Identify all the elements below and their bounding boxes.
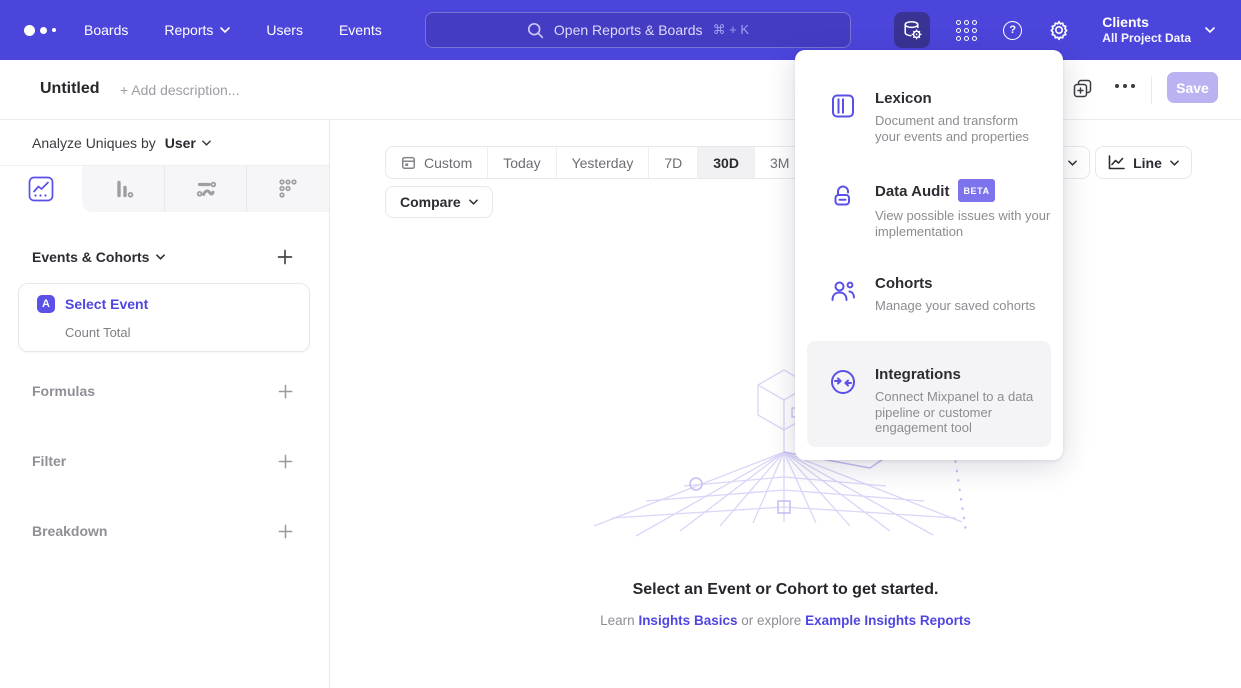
data-management-button[interactable] bbox=[894, 12, 930, 48]
events-cohorts-header: Events & Cohorts bbox=[0, 247, 329, 267]
search-icon bbox=[527, 22, 544, 39]
project-name: All Project Data bbox=[1102, 31, 1191, 46]
date-range-custom[interactable]: Custom bbox=[386, 147, 487, 178]
formulas-label: Formulas bbox=[32, 383, 95, 399]
settings-gear-icon[interactable] bbox=[1048, 19, 1070, 41]
menu-item-title: Integrations bbox=[875, 366, 1033, 384]
chart-type-tabs bbox=[0, 166, 329, 212]
formulas-section: Formulas bbox=[0, 381, 329, 401]
bar-chart-icon bbox=[111, 177, 135, 201]
analyze-row: Analyze Uniques by User bbox=[0, 120, 329, 166]
select-event-button[interactable]: Select Event bbox=[65, 296, 148, 312]
analyze-label: Analyze Uniques by bbox=[32, 135, 156, 151]
event-card[interactable]: A Select Event Count Total bbox=[18, 283, 310, 352]
menu-item-description: Connect Mixpanel to a data pipeline or c… bbox=[875, 389, 1033, 436]
chevron-down-icon bbox=[1205, 27, 1215, 33]
nav-users[interactable]: Users bbox=[266, 22, 303, 38]
apps-grid-icon[interactable] bbox=[956, 20, 977, 41]
save-button[interactable]: Save bbox=[1167, 72, 1218, 103]
empty-state-subtitle: Learn Insights Basics or explore Example… bbox=[330, 613, 1241, 628]
integrations-icon bbox=[829, 368, 857, 396]
add-breakdown-button[interactable] bbox=[278, 524, 293, 539]
insights-line-icon bbox=[28, 176, 54, 202]
analyze-by-dropdown[interactable]: User bbox=[165, 135, 211, 151]
data-audit-icon bbox=[829, 182, 857, 210]
add-filter-button[interactable] bbox=[278, 454, 293, 469]
chevron-down-icon bbox=[1170, 160, 1179, 166]
line-chart-tab[interactable] bbox=[0, 166, 82, 212]
example-reports-link[interactable]: Example Insights Reports bbox=[805, 613, 971, 628]
insights-basics-link[interactable]: Insights Basics bbox=[638, 613, 737, 628]
report-title[interactable]: Untitled bbox=[40, 80, 100, 98]
calendar-icon bbox=[401, 155, 416, 170]
menu-item-title: Lexicon bbox=[875, 90, 1029, 108]
chevron-down-icon bbox=[156, 254, 165, 260]
date-range-control: Custom Today Yesterday 7D 30D 3M 6M bbox=[385, 146, 856, 179]
events-cohorts-label[interactable]: Events & Cohorts bbox=[32, 249, 165, 265]
menu-item-data-audit[interactable]: Data Audit BETA View possible issues wit… bbox=[807, 180, 1051, 239]
more-options-button[interactable] bbox=[1115, 84, 1135, 88]
breakdown-section: Breakdown bbox=[0, 521, 329, 541]
chevron-down-icon bbox=[469, 199, 478, 205]
query-sidebar: Analyze Uniques by User bbox=[0, 120, 330, 688]
chevron-down-icon bbox=[220, 27, 230, 33]
date-range-30d[interactable]: 30D bbox=[697, 147, 754, 178]
date-range-7d[interactable]: 7D bbox=[648, 147, 697, 178]
mixpanel-logo[interactable] bbox=[24, 25, 64, 36]
menu-item-lexicon[interactable]: Lexicon Document and transform your even… bbox=[807, 90, 1051, 144]
menu-item-cohorts[interactable]: Cohorts Manage your saved cohorts bbox=[807, 275, 1051, 314]
chevron-down-icon bbox=[1068, 160, 1077, 166]
database-gear-icon bbox=[902, 20, 923, 41]
menu-item-description: Document and transform your events and p… bbox=[875, 113, 1029, 144]
flow-chart-tab[interactable] bbox=[164, 166, 246, 212]
filter-label: Filter bbox=[32, 453, 66, 469]
date-range-today[interactable]: Today bbox=[487, 147, 555, 178]
lexicon-icon bbox=[829, 92, 857, 120]
search-shortcut: ⌘ + K bbox=[713, 22, 750, 38]
flow-icon bbox=[194, 177, 218, 201]
org-name: Clients bbox=[1102, 14, 1191, 31]
compare-button[interactable]: Compare bbox=[385, 186, 493, 218]
menu-item-title: Data Audit BETA bbox=[875, 180, 1050, 203]
duplicate-icon[interactable] bbox=[1073, 79, 1092, 98]
breakdown-label: Breakdown bbox=[32, 523, 107, 539]
project-selector[interactable]: Clients All Project Data bbox=[1102, 14, 1215, 46]
help-icon[interactable]: ? bbox=[1003, 21, 1022, 40]
search-placeholder: Open Reports & Boards bbox=[554, 22, 703, 38]
filter-section: Filter bbox=[0, 451, 329, 471]
date-range-yesterday[interactable]: Yesterday bbox=[556, 147, 649, 178]
chevron-down-icon bbox=[202, 140, 211, 146]
beta-badge: BETA bbox=[958, 179, 994, 202]
empty-state-title: Select an Event or Cohort to get started… bbox=[330, 581, 1241, 599]
global-search-input[interactable]: Open Reports & Boards ⌘ + K bbox=[425, 12, 851, 48]
header-divider bbox=[1151, 76, 1152, 104]
metrics-dots-icon bbox=[276, 177, 300, 201]
nav-boards[interactable]: Boards bbox=[84, 22, 128, 38]
menu-item-title: Cohorts bbox=[875, 275, 1035, 293]
bar-chart-tab[interactable] bbox=[82, 166, 164, 212]
menu-item-integrations[interactable]: Integrations Connect Mixpanel to a data … bbox=[807, 341, 1051, 447]
add-event-button[interactable] bbox=[277, 249, 293, 265]
add-description-field[interactable]: + Add description... bbox=[120, 82, 239, 98]
event-badge: A bbox=[37, 295, 55, 313]
metrics-tab[interactable] bbox=[246, 166, 329, 212]
nav-events[interactable]: Events bbox=[339, 22, 382, 38]
line-chart-icon bbox=[1108, 155, 1125, 170]
menu-item-description: View possible issues with your implement… bbox=[875, 208, 1050, 239]
menu-item-description: Manage your saved cohorts bbox=[875, 298, 1035, 314]
nav-reports[interactable]: Reports bbox=[164, 22, 230, 38]
data-management-menu: Lexicon Document and transform your even… bbox=[795, 50, 1063, 460]
count-total-dropdown[interactable]: Count Total bbox=[65, 325, 131, 340]
cohorts-icon bbox=[829, 277, 857, 305]
chart-type-dropdown[interactable]: Line bbox=[1095, 146, 1192, 179]
add-formula-button[interactable] bbox=[278, 384, 293, 399]
